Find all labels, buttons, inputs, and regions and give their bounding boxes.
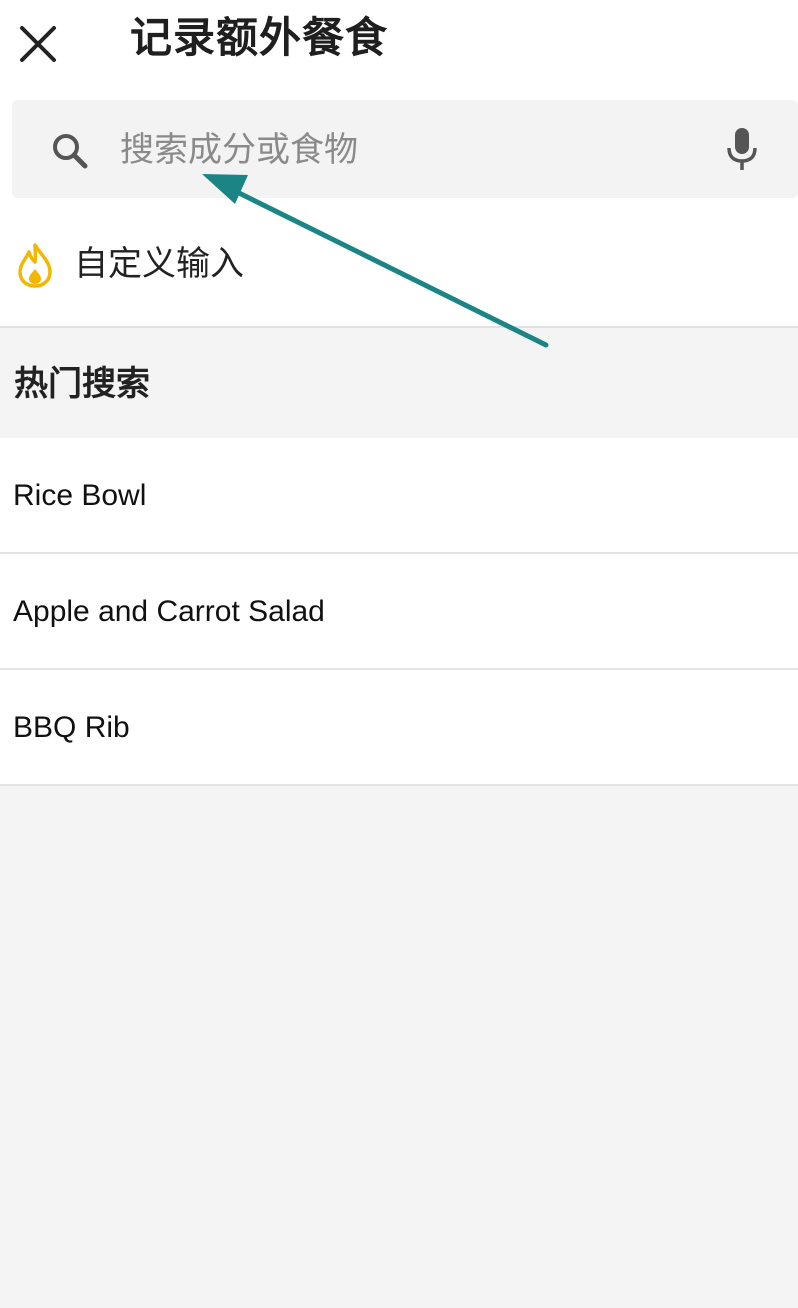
page-title: 记录额外餐食 bbox=[130, 13, 389, 62]
popular-searches-header: 热门搜索 bbox=[0, 328, 798, 438]
close-button[interactable] bbox=[10, 16, 66, 72]
search-icon bbox=[53, 134, 88, 169]
search-box[interactable] bbox=[12, 100, 798, 198]
list-item[interactable]: BBQ Rib bbox=[0, 670, 798, 786]
microphone-icon[interactable] bbox=[724, 126, 760, 174]
close-icon bbox=[20, 26, 56, 62]
popular-list: Rice Bowl Apple and Carrot Salad BBQ Rib bbox=[0, 438, 798, 786]
flame-icon bbox=[18, 243, 52, 288]
list-item-label: Apple and Carrot Salad bbox=[13, 595, 325, 628]
list-item[interactable]: Rice Bowl bbox=[0, 438, 798, 554]
section-title: 热门搜索 bbox=[14, 364, 150, 404]
list-item-label: BBQ Rib bbox=[13, 711, 130, 744]
custom-entry-label: 自定义输入 bbox=[74, 244, 244, 284]
list-item[interactable]: Apple and Carrot Salad bbox=[0, 554, 798, 670]
search-input[interactable] bbox=[120, 122, 680, 178]
list-item-label: Rice Bowl bbox=[13, 479, 147, 512]
custom-entry-row[interactable]: 自定义输入 bbox=[0, 212, 798, 328]
search-area bbox=[0, 86, 798, 212]
top-bar: 记录额外餐食 bbox=[0, 0, 798, 86]
